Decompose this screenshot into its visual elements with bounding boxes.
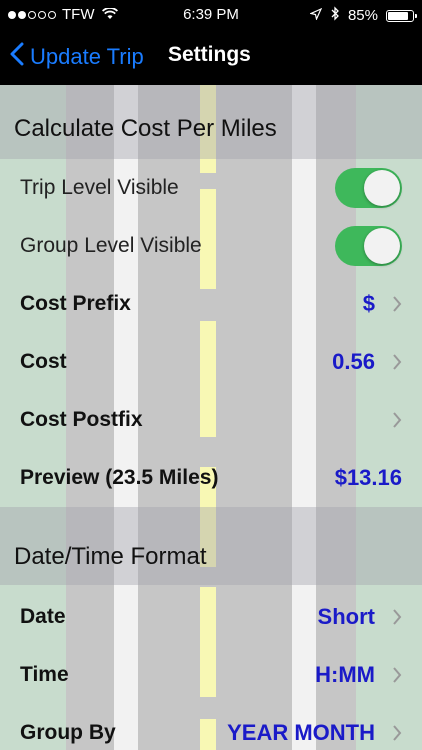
back-button-label: Update Trip — [30, 44, 144, 69]
row-group-level-visible: Group Level Visible — [0, 217, 422, 275]
row-label: Cost — [20, 350, 67, 373]
back-button[interactable]: Update Trip — [10, 42, 144, 72]
row-label: Group By — [20, 721, 116, 744]
group-level-visible-toggle[interactable] — [335, 226, 402, 266]
row-group-by[interactable]: Group By YEAR MONTH — [0, 704, 422, 750]
bluetooth-icon — [330, 6, 340, 25]
section-header-date-time: Date/Time Format — [0, 507, 422, 585]
chevron-left-icon — [10, 42, 30, 72]
row-label: Date — [20, 605, 66, 628]
row-label: Preview (23.5 Miles) — [20, 466, 219, 489]
row-preview: Preview (23.5 Miles) $13.16 — [0, 449, 422, 507]
section-title: Calculate Cost Per Miles — [14, 115, 277, 142]
trip-level-visible-toggle[interactable] — [335, 168, 402, 208]
battery-percent: 85% — [347, 7, 378, 24]
time-format-value: H:MM — [315, 662, 375, 687]
chevron-right-icon — [392, 411, 402, 434]
page-title: Settings — [168, 43, 251, 66]
chevron-right-icon — [392, 666, 402, 689]
chevron-right-icon — [392, 353, 402, 376]
row-label: Group Level Visible — [20, 234, 202, 257]
row-trip-level-visible: Trip Level Visible — [0, 159, 422, 217]
toggle-knob — [364, 170, 400, 206]
settings-table[interactable]: Calculate Cost Per Miles Trip Level Visi… — [0, 85, 422, 750]
navigation-bar: Update Trip Settings — [0, 30, 422, 85]
section-header-cost: Calculate Cost Per Miles — [0, 85, 422, 159]
toggle-knob — [364, 228, 400, 264]
row-label: Cost Prefix — [20, 292, 131, 315]
row-date[interactable]: Date Short — [0, 588, 422, 646]
row-time[interactable]: Time H:MM — [0, 646, 422, 704]
section-title: Date/Time Format — [14, 543, 207, 570]
chevron-right-icon — [392, 608, 402, 631]
cost-value: 0.56 — [332, 349, 375, 374]
group-by-value: YEAR MONTH — [227, 720, 375, 745]
status-bar: TFW 6:39 PM 85% — [0, 0, 422, 30]
cost-prefix-value: $ — [362, 291, 375, 316]
preview-value: $13.16 — [334, 465, 402, 490]
row-label: Cost Postfix — [20, 408, 143, 431]
row-cost-prefix[interactable]: Cost Prefix $ — [0, 275, 422, 333]
chevron-right-icon — [392, 295, 402, 318]
battery-icon — [386, 9, 417, 22]
row-label: Trip Level Visible — [20, 176, 179, 199]
date-format-value: Short — [317, 604, 375, 629]
row-cost[interactable]: Cost 0.56 — [0, 333, 422, 391]
chevron-right-icon — [392, 724, 402, 747]
status-right: 85% — [309, 6, 417, 25]
location-arrow-icon — [309, 7, 323, 24]
row-cost-postfix[interactable]: Cost Postfix — [0, 391, 422, 449]
row-label: Time — [20, 663, 69, 686]
